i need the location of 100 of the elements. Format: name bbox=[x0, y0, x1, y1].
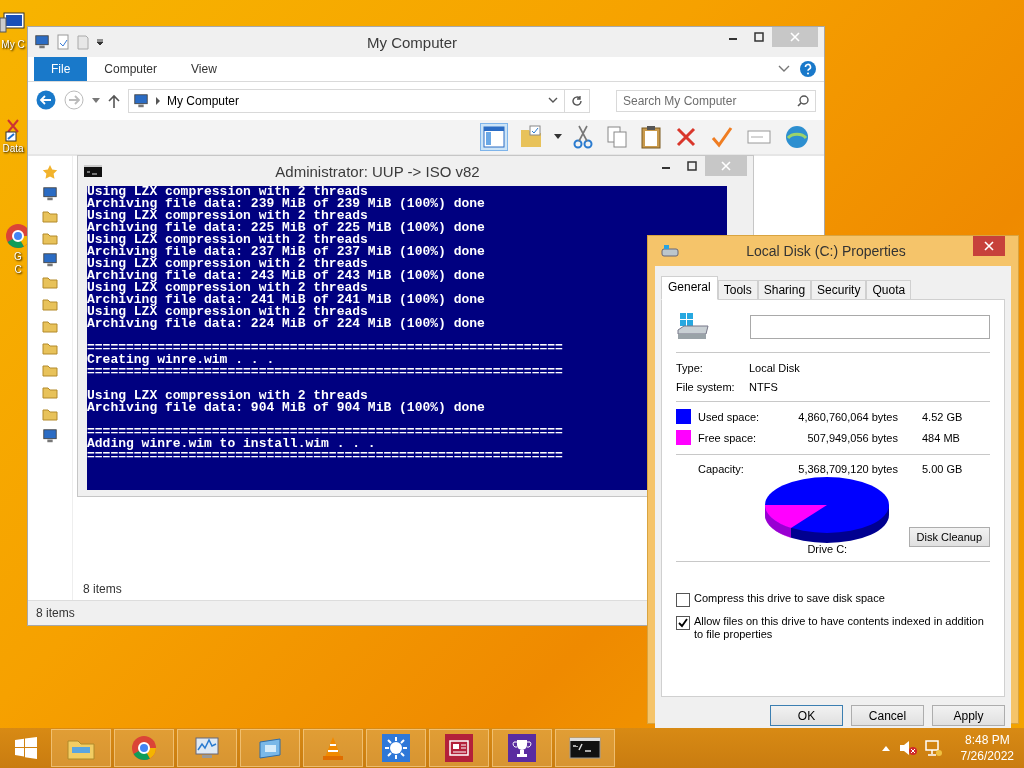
dialog-tab[interactable]: Sharing bbox=[757, 280, 812, 300]
computer-icon bbox=[34, 34, 50, 50]
ribbon-tab[interactable]: Computer bbox=[87, 57, 175, 81]
console-line: Archiving file data: 239 MiB of 239 MiB (100%) done bbox=[87, 198, 485, 210]
dialog-tab[interactable]: Security bbox=[811, 280, 867, 300]
console-line: Using LZX compression with 2 threads bbox=[87, 186, 368, 198]
capacity-bytes: 5,368,709,120 bytes bbox=[797, 463, 898, 475]
shortcut-icon bbox=[5, 118, 21, 142]
space-size: 484 MB bbox=[921, 431, 961, 444]
trophy-icon bbox=[508, 734, 536, 762]
folder-icon bbox=[42, 406, 58, 422]
volume-name-field[interactable] bbox=[750, 315, 990, 339]
taskbar-app-button[interactable] bbox=[555, 729, 615, 767]
dropdown-caret-icon bbox=[554, 134, 562, 140]
maximize-icon bbox=[687, 161, 697, 171]
dialog-button[interactable]: Cancel bbox=[851, 705, 924, 726]
address-bar[interactable]: My Computer bbox=[128, 89, 590, 113]
close-icon bbox=[790, 32, 800, 42]
console-line: Using LZX compression with 2 threads bbox=[87, 282, 368, 294]
checkbox[interactable] bbox=[676, 616, 690, 630]
computer-icon bbox=[133, 93, 149, 109]
console-line: Archiving file data: 904 MiB of 904 MiB (100%) done bbox=[87, 402, 485, 414]
space-bytes: 4,860,760,064 bytes bbox=[797, 410, 898, 423]
window-title: Administrator: UUP -> ISO v82 bbox=[275, 162, 480, 180]
folder-icon bbox=[42, 296, 58, 312]
console-line: ============================================================= bbox=[87, 342, 563, 354]
folder-icon bbox=[42, 340, 58, 356]
taskbar-app-button[interactable] bbox=[492, 729, 552, 767]
window-icon bbox=[256, 736, 284, 760]
clipboard-icon bbox=[641, 125, 661, 149]
dialog-button[interactable]: OK bbox=[770, 705, 843, 726]
console-icon bbox=[84, 165, 102, 177]
dialog-button[interactable]: Apply bbox=[932, 705, 1005, 726]
search-field[interactable]: Search My Computer bbox=[616, 90, 816, 112]
drive-label: Drive C: bbox=[807, 543, 848, 555]
space-size: 4.52 GB bbox=[921, 410, 964, 423]
console-line: Using LZX compression with 2 threads bbox=[87, 210, 368, 222]
folder-icon bbox=[42, 318, 58, 334]
close-icon bbox=[721, 161, 731, 171]
network-computer-icon bbox=[42, 428, 58, 444]
console-line: ============================================================= bbox=[87, 450, 563, 462]
rename-field-icon bbox=[747, 129, 771, 145]
windows-logo-icon bbox=[15, 737, 37, 759]
console-line: ============================================================= bbox=[87, 426, 563, 438]
show-hidden-icons-icon bbox=[880, 744, 891, 752]
checkmark-icon bbox=[678, 618, 688, 628]
copy-icon bbox=[607, 126, 627, 148]
pane-layout-icon bbox=[483, 126, 505, 148]
ribbon-tab[interactable]: View bbox=[174, 57, 234, 81]
chrome-icon bbox=[130, 734, 158, 762]
console-line: Using LZX compression with 2 threads bbox=[87, 234, 368, 246]
help-icon bbox=[800, 61, 816, 77]
property-label: Type: bbox=[676, 362, 704, 374]
cone-icon bbox=[321, 735, 345, 761]
dropdown-caret-icon bbox=[96, 38, 104, 46]
delete-x-icon bbox=[675, 126, 697, 148]
chevron-down-icon bbox=[548, 97, 558, 105]
checkbox[interactable] bbox=[676, 593, 690, 607]
console-line: Archiving file data: 224 MiB of 224 MiB (100%) done bbox=[87, 318, 485, 330]
favorites-star-icon bbox=[42, 164, 58, 180]
folder-icon bbox=[76, 34, 90, 50]
address-text: My Computer bbox=[167, 94, 241, 108]
globe-icon bbox=[785, 125, 809, 149]
network-icon bbox=[924, 739, 943, 757]
folder-icon bbox=[42, 208, 58, 224]
property-value: Local Disk bbox=[749, 362, 801, 374]
speaker-muted-icon bbox=[898, 740, 917, 756]
console-line: Adding winre.wim to install.wim . . . bbox=[87, 438, 376, 450]
up-arrow-icon bbox=[108, 94, 120, 108]
layout-pane-button[interactable] bbox=[480, 123, 508, 151]
expand-ribbon-icon bbox=[778, 64, 790, 74]
window-title: My Computer bbox=[367, 33, 457, 51]
dialog-tab[interactable]: Tools bbox=[717, 280, 758, 300]
properties-icon bbox=[56, 34, 70, 50]
monitor-icon bbox=[193, 735, 221, 761]
option-label: Allow files on this drive to have contents indexed in addition to file properties bbox=[694, 615, 985, 641]
disk-cleanup-button[interactable]: Disk Cleanup bbox=[908, 527, 990, 547]
news-icon bbox=[445, 734, 473, 762]
checkmark-icon bbox=[711, 126, 733, 148]
space-bytes: 507,949,056 bytes bbox=[806, 431, 898, 444]
console-line: ============================================================= bbox=[87, 366, 563, 378]
dialog-tab[interactable]: General bbox=[661, 276, 718, 300]
folder-icon bbox=[42, 362, 58, 378]
windows-drive-icon bbox=[676, 312, 710, 342]
file-menu-tab[interactable]: File bbox=[34, 57, 88, 81]
status-text: 8 items bbox=[36, 606, 75, 620]
console-line: Using LZX compression with 2 threads bbox=[87, 306, 368, 318]
computer-icon bbox=[42, 252, 58, 268]
option-label: Compress this drive to save disk space bbox=[694, 592, 885, 605]
folder-icon bbox=[42, 384, 58, 400]
refresh-icon bbox=[571, 95, 583, 107]
search-icon bbox=[797, 95, 809, 107]
scissors-icon bbox=[573, 125, 593, 149]
drive-icon bbox=[661, 244, 679, 258]
sun-icon bbox=[382, 734, 410, 762]
close-button[interactable] bbox=[973, 236, 1005, 256]
dialog-tab[interactable]: Quota bbox=[866, 280, 912, 300]
console-line: Creating winre.wim . . . bbox=[87, 354, 275, 366]
folder-icon bbox=[42, 230, 58, 246]
folder-icon bbox=[42, 274, 58, 290]
